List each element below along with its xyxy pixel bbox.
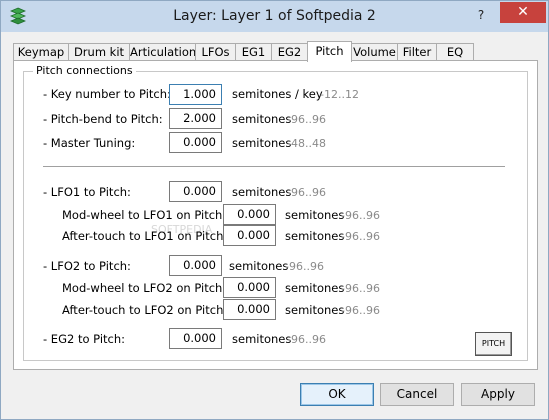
after-lfo1-range: -96..96: [341, 230, 380, 243]
key-number-range: -12..12: [320, 88, 359, 101]
pitch-button[interactable]: PITCH: [475, 332, 512, 356]
tab-eg1[interactable]: EG1: [235, 43, 272, 61]
eg2-range: -96..96: [287, 333, 326, 346]
apply-button[interactable]: Apply: [461, 383, 535, 406]
help-button[interactable]: ?: [467, 4, 495, 26]
mod-lfo2-input[interactable]: 0.000: [223, 277, 276, 298]
tab-articulation[interactable]: Articulation: [129, 43, 196, 61]
lfo1-unit: semitones: [232, 185, 292, 199]
master-tuning-range: -48..48: [287, 137, 326, 150]
cancel-button[interactable]: Cancel: [380, 383, 454, 406]
after-lfo1-unit: semitones: [285, 229, 345, 243]
mod-lfo1-unit: semitones: [285, 208, 345, 222]
lfo1-input[interactable]: 0.000: [169, 181, 222, 202]
mod-lfo2-unit: semitones: [285, 281, 345, 295]
master-tuning-input[interactable]: 0.000: [169, 132, 222, 153]
after-lfo2-input[interactable]: 0.000: [223, 299, 276, 320]
title-bar[interactable]: Layer: Layer 1 of Softpedia 2 ? ✕: [1, 1, 548, 32]
mod-lfo1-range: -96..96: [341, 209, 380, 222]
lfo2-range: -96..96: [285, 260, 324, 273]
tab-filter[interactable]: Filter: [397, 43, 437, 61]
pitch-bend-label: - Pitch-bend to Pitch:: [43, 112, 163, 126]
lfo1-label: - LFO1 to Pitch:: [43, 185, 131, 199]
mod-lfo1-label: Mod-wheel to LFO1 on Pitch:: [62, 208, 227, 222]
lfo2-input[interactable]: 0.000: [169, 255, 222, 276]
tab-keymap[interactable]: Keymap: [13, 43, 69, 61]
master-tuning-label: - Master Tuning:: [43, 136, 136, 150]
tab-eq[interactable]: EQ: [436, 43, 474, 61]
tab-lfos[interactable]: LFOs: [195, 43, 236, 61]
after-lfo1-label: After-touch to LFO1 on Pitch:: [62, 229, 228, 243]
mod-lfo1-input[interactable]: 0.000: [223, 204, 276, 225]
lfo1-range: -96..96: [287, 186, 326, 199]
mod-lfo2-label: Mod-wheel to LFO2 on Pitch:: [62, 281, 227, 295]
tab-pitch[interactable]: Pitch: [307, 41, 352, 62]
key-number-input[interactable]: 1.000: [169, 84, 222, 105]
section-divider: [43, 166, 505, 167]
key-number-label: - Key number to Pitch:: [43, 87, 171, 101]
eg2-label: - EG2 to Pitch:: [43, 332, 126, 346]
lfo2-unit: semitones: [229, 259, 289, 273]
tab-eg2[interactable]: EG2: [271, 43, 308, 61]
after-lfo1-input[interactable]: 0.000: [223, 225, 276, 246]
lfo2-label: - LFO2 to Pitch:: [43, 259, 131, 273]
window-title: Layer: Layer 1 of Softpedia 2: [173, 8, 376, 24]
eg2-input[interactable]: 0.000: [169, 328, 222, 349]
after-lfo2-range: -96..96: [341, 304, 380, 317]
pitch-bend-unit: semitones: [232, 112, 292, 126]
close-button[interactable]: ✕: [500, 2, 546, 23]
master-tuning-unit: semitones: [232, 136, 292, 150]
pitch-bend-range: -96..96: [287, 113, 326, 126]
ok-button[interactable]: OK: [300, 383, 374, 406]
after-lfo2-unit: semitones: [285, 303, 345, 317]
dialog-window: Layer: Layer 1 of Softpedia 2 ? ✕ Keymap…: [0, 0, 549, 420]
group-title: Pitch connections: [33, 64, 136, 77]
tab-volume[interactable]: Volume: [351, 43, 398, 61]
after-lfo2-label: After-touch to LFO2 on Pitch:: [62, 303, 228, 317]
tab-drum-kit[interactable]: Drum kit: [68, 43, 130, 61]
pitch-bend-input[interactable]: 2.000: [169, 108, 222, 129]
tab-strip: Keymap Drum kit Articulation LFOs EG1 EG…: [13, 41, 538, 62]
mod-lfo2-range: -96..96: [341, 282, 380, 295]
eg2-unit: semitones: [232, 332, 292, 346]
key-number-unit: semitones / key: [232, 87, 323, 101]
